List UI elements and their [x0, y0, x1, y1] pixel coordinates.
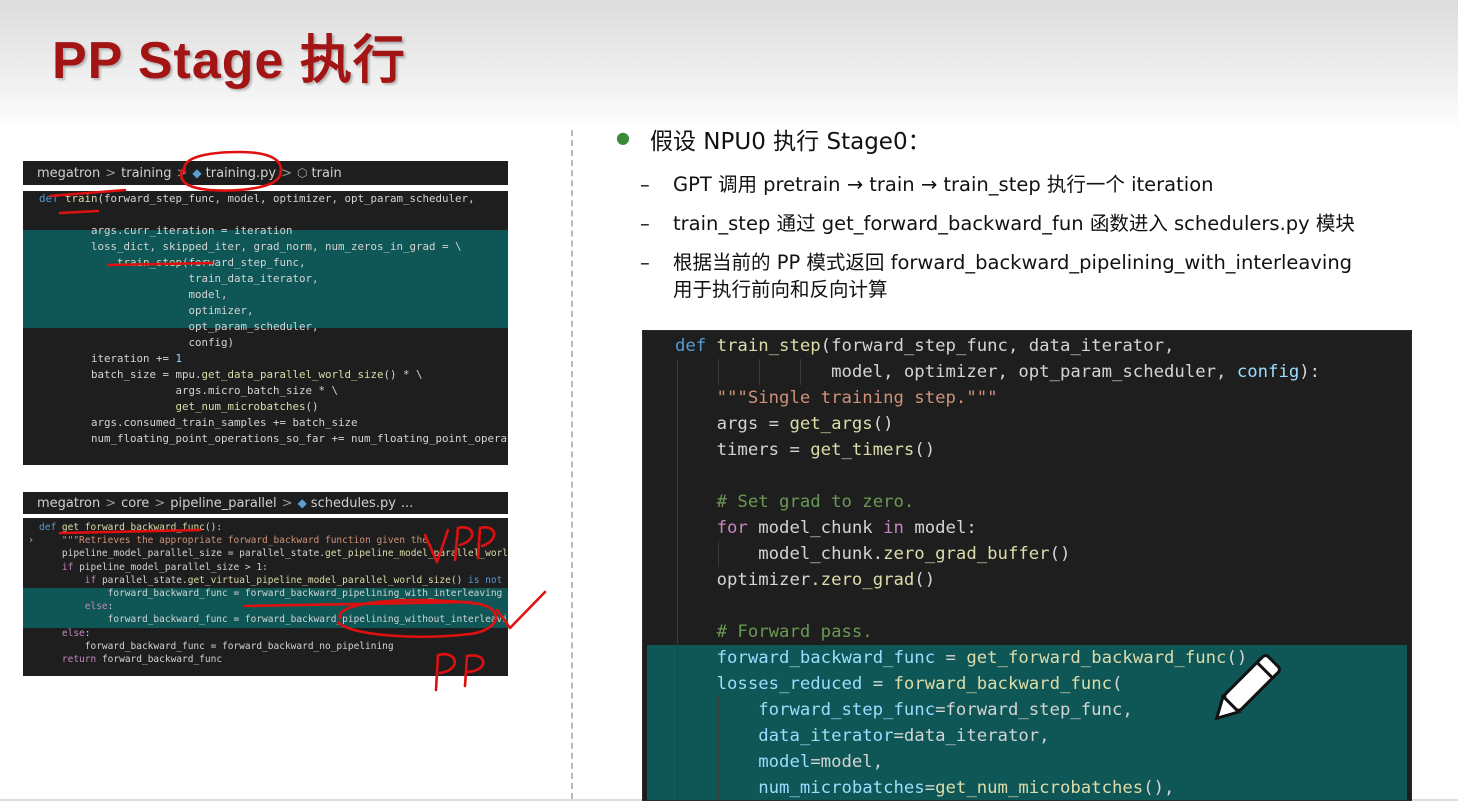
code-editor-schedules[interactable]: › def get_forward_backward_func(): """Re…	[23, 518, 508, 676]
breadcrumb-segment[interactable]: pipeline_parallel	[170, 496, 276, 511]
code-text: def train_step(forward_step_func, data_i…	[675, 336, 1321, 798]
code-text: def train(forward_step_func, model, opti…	[39, 192, 508, 465]
breadcrumb-separator: >	[154, 495, 166, 511]
breadcrumb-segment[interactable]: training	[121, 166, 171, 181]
code-editor-train-step[interactable]: def train_step(forward_step_func, data_i…	[642, 330, 1412, 801]
python-file-icon: ◆	[297, 496, 307, 510]
bullet-main-text: 假设 NPU0 执行 Stage0：	[650, 129, 931, 155]
chevron-right-icon[interactable]: ›	[28, 535, 34, 546]
sub-bullet-text: train_step 通过 get_forward_backward_fun 函…	[673, 212, 1355, 235]
breadcrumb-separator: >	[105, 495, 117, 511]
breadcrumb-segment[interactable]: training.py	[206, 166, 276, 181]
code-text: def get_forward_backward_func(): """Retr…	[39, 522, 508, 666]
code-editor-training[interactable]: def train(forward_step_func, model, opti…	[23, 191, 508, 465]
breadcrumb-separator: >	[176, 165, 188, 181]
breadcrumb-segment[interactable]: train	[312, 166, 342, 181]
breadcrumb-segment[interactable]: schedules.py	[311, 496, 396, 511]
sub-bullet-text: 根据当前的 PP 模式返回 forward_backward_pipelinin…	[673, 251, 1353, 274]
breadcrumb-schedules: megatron > core > pipeline_parallel > ◆ …	[23, 492, 508, 514]
breadcrumb-segment[interactable]: megatron	[37, 166, 100, 181]
breadcrumb-segment[interactable]: megatron	[37, 496, 100, 511]
breadcrumb-separator: >	[105, 165, 117, 181]
slide-title: PP Stage 执行	[52, 32, 406, 90]
sub-bullet-dash: –	[640, 173, 650, 196]
sub-bullet-dash: –	[640, 251, 650, 274]
breadcrumb-segment[interactable]: core	[121, 496, 149, 511]
breadcrumb-separator: >	[281, 495, 293, 511]
breadcrumb-training: megatron > training > ◆ training.py > ⬡ …	[23, 161, 508, 185]
python-file-icon: ◆	[192, 166, 202, 180]
breadcrumb-separator: >	[281, 165, 293, 181]
sub-bullet-text: 用于执行前向和反向计算	[673, 278, 888, 301]
sub-bullet-dash: –	[640, 212, 650, 235]
bullet-dot-icon: ●	[616, 128, 630, 147]
sub-bullet-text: GPT 调用 pretrain → train → train_step 执行一…	[673, 173, 1214, 196]
cube-icon: ⬡	[297, 166, 308, 180]
dashed-divider	[571, 130, 573, 799]
breadcrumb-segment[interactable]: ...	[401, 496, 413, 511]
